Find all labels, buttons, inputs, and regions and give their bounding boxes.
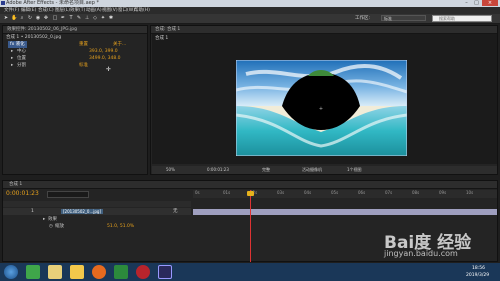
menu-file[interactable]: 文件(F) xyxy=(4,7,19,14)
rectangle-tool-icon[interactable]: □ xyxy=(52,15,58,21)
viewer-timecode[interactable]: 0:00:01:23 xyxy=(207,167,229,172)
roto-brush-tool-icon[interactable]: ✦ xyxy=(100,15,106,21)
app-icon xyxy=(1,1,5,5)
menu-bar: 文件(F) 编辑(E) 合成(C) 图层(L) 效果(T) 动画(A) 视图(V… xyxy=(0,7,500,14)
effect-row-liquify[interactable]: fx 液化 重置 关于... xyxy=(3,41,147,48)
effect-controls-tab[interactable]: 效果控件: 20130502_06_JPG.jpg xyxy=(3,26,147,34)
effect-row-center: ▸ 中心 393.0, 399.0 xyxy=(11,48,118,55)
time-ruler[interactable]: 0s 01s 02s 03s 04s 05s 06s 07s 08s 09s 1… xyxy=(193,190,497,198)
layer-scale-row[interactable]: ◷ 缩放 51.0, 51.0% xyxy=(3,223,191,230)
app-icon-green[interactable] xyxy=(26,265,40,279)
layer-duration-bar[interactable] xyxy=(193,209,497,215)
layer-number: 1 xyxy=(31,209,34,214)
composition-tab[interactable]: 合成: 合成 1 xyxy=(151,26,497,34)
zoom-select[interactable]: 50% xyxy=(166,167,175,172)
app-icon-folder[interactable] xyxy=(70,265,84,279)
menu-layer[interactable]: 图层(L) xyxy=(55,7,70,14)
reset-link[interactable]: 重置 xyxy=(79,41,88,48)
camera-select[interactable]: 活动摄像机 xyxy=(302,167,322,173)
position-value[interactable]: 3499.0, 348.0 xyxy=(89,55,121,62)
mouse-cursor-icon: ✛ xyxy=(106,66,112,73)
app-icon-record[interactable] xyxy=(136,265,150,279)
brush-tool-icon[interactable]: ✎ xyxy=(76,15,82,21)
viewer-canvas[interactable]: 合成 1 + xyxy=(152,34,497,164)
effect-row-split: ▸ 分割 标准 xyxy=(11,62,88,69)
chevron-right-icon[interactable]: ▸ xyxy=(11,62,13,69)
pan-behind-tool-icon[interactable]: ✥ xyxy=(43,15,49,21)
scale-value[interactable]: 51.0, 51.0% xyxy=(107,223,134,230)
hand-tool-icon[interactable]: ✋ xyxy=(11,15,17,21)
app-icon-firefox[interactable] xyxy=(92,265,106,279)
timeline-tab[interactable]: 合成 1 xyxy=(3,181,497,189)
layer-name[interactable]: [20130502_0...jpg] xyxy=(61,209,104,214)
split-value[interactable]: 标准 xyxy=(79,62,88,69)
effect-name: fx 液化 xyxy=(8,41,27,48)
stopwatch-icon[interactable]: ◷ xyxy=(49,223,53,230)
chevron-right-icon[interactable]: ▸ xyxy=(43,216,45,223)
effect-row-position: ▸ 位置 3499.0, 348.0 xyxy=(11,55,121,62)
clock-date: 2019/3/29 xyxy=(466,273,490,278)
views-select[interactable]: 1个视图 xyxy=(347,167,362,173)
menu-effect[interactable]: 效果(T) xyxy=(70,7,85,14)
composition-panel: 合成: 合成 1 合成 1 + 50% 0:00:01:23 完整 活动摄像机 … xyxy=(150,25,498,175)
minimize-button[interactable]: – xyxy=(462,0,471,6)
tools-toolbar: ➤ ✋ ⌕ ↻ ◉ ✥ □ ✒ T ✎ ⊥ ◇ ✦ ✱ 工作区: 标准 搜索帮助 xyxy=(0,14,500,24)
zoom-tool-icon[interactable]: ⌕ xyxy=(19,15,25,21)
menu-help[interactable]: 帮助(H) xyxy=(134,7,150,14)
app-icon-explorer[interactable] xyxy=(48,265,62,279)
camera-tool-icon[interactable]: ◉ xyxy=(35,15,41,21)
layer-row[interactable]: 1 [20130502_0...jpg] 无 xyxy=(3,208,191,215)
timeline-column-header xyxy=(3,201,191,207)
menu-animation[interactable]: 动画(A) xyxy=(86,7,102,14)
comp-name-label: 合成 1 xyxy=(155,36,169,41)
menu-window[interactable]: 窗口(W) xyxy=(118,7,135,14)
layer-search-input[interactable] xyxy=(47,191,89,198)
chevron-right-icon[interactable]: ▸ xyxy=(11,55,13,62)
current-time-indicator[interactable] xyxy=(250,190,251,262)
rotate-tool-icon[interactable]: ↻ xyxy=(27,15,33,21)
viewer-footer: 50% 0:00:01:23 完整 活动摄像机 1个视图 xyxy=(152,166,497,174)
comp-frame: + xyxy=(236,60,407,156)
layer-parent[interactable]: 无 xyxy=(173,208,178,215)
help-search-input[interactable]: 搜索帮助 xyxy=(432,15,492,22)
about-link[interactable]: 关于... xyxy=(113,41,126,48)
window-title: Adobe After Effects - 未命名项目.aep * xyxy=(6,0,99,6)
layer-path: 合成 1 • 20130502_0.jpg xyxy=(6,35,62,40)
effect-controls-panel: 效果控件: 20130502_06_JPG.jpg 合成 1 • 2013050… xyxy=(2,25,148,175)
menu-edit[interactable]: 编辑(E) xyxy=(21,7,36,14)
puppet-tool-icon[interactable]: ✱ xyxy=(108,15,114,21)
app-icon-after-effects[interactable] xyxy=(158,265,172,279)
selection-tool-icon[interactable]: ➤ xyxy=(3,15,9,21)
text-tool-icon[interactable]: T xyxy=(68,15,74,21)
clock-time: 18:56 xyxy=(472,266,485,271)
window-titlebar: Adobe After Effects - 未命名项目.aep * – □ × xyxy=(0,0,500,7)
timeline-timecode[interactable]: 0:00:01:23 xyxy=(6,190,39,197)
menu-composition[interactable]: 合成(C) xyxy=(38,7,54,14)
clone-tool-icon[interactable]: ⊥ xyxy=(84,15,90,21)
workspace-select[interactable]: 标准 xyxy=(381,15,426,21)
pen-tool-icon[interactable]: ✒ xyxy=(60,15,66,21)
effect-controls-tab-label: 效果控件: 20130502_06_JPG.jpg xyxy=(7,27,77,32)
svg-text:+: + xyxy=(319,106,323,112)
playhead-handle-icon[interactable] xyxy=(247,191,254,196)
center-value[interactable]: 393.0, 399.0 xyxy=(89,48,118,55)
maximize-button[interactable]: □ xyxy=(472,0,481,6)
chevron-right-icon[interactable]: ▸ xyxy=(11,48,13,55)
layer-effects-row[interactable]: ▸ 效果 xyxy=(3,216,191,223)
resolution-select[interactable]: 完整 xyxy=(262,167,270,173)
liquify-image: + xyxy=(236,60,407,156)
app-icon-media[interactable] xyxy=(114,265,128,279)
baidu-watermark-url: jingyan.baidu.com xyxy=(384,249,458,258)
start-button-icon[interactable] xyxy=(4,265,18,279)
close-button[interactable]: × xyxy=(482,0,498,6)
windows-taskbar: 18:56 2019/3/29 xyxy=(0,263,500,281)
workspace-label: 工作区: xyxy=(355,16,371,21)
eraser-tool-icon[interactable]: ◇ xyxy=(92,15,98,21)
menu-view[interactable]: 视图(V) xyxy=(102,7,118,14)
